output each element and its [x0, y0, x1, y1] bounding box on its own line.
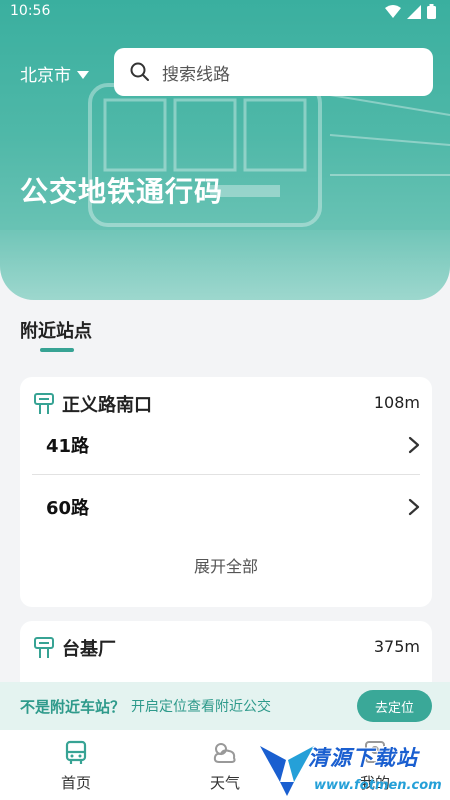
nav-item-home[interactable]: 首页: [31, 740, 121, 793]
search-input[interactable]: 搜索线路: [114, 48, 433, 96]
nav-item-weather[interactable]: 天气: [180, 740, 270, 793]
chevron-right-icon: [408, 436, 420, 454]
caret-down-icon: [77, 70, 89, 79]
section-title: 附近站点: [20, 321, 92, 342]
search-placeholder: 搜索线路: [162, 64, 230, 85]
status-bar: 10:56: [0, 0, 450, 24]
hero-title: 公交地铁通行码: [20, 175, 224, 208]
stop-name: 正义路南口: [62, 395, 152, 416]
section-underline: [40, 348, 74, 352]
bus-icon: [65, 740, 87, 764]
stop-card: 正义路南口 108m 41路 60路 展开全部: [20, 377, 432, 607]
route-name: 60路: [46, 498, 90, 519]
weather-icon: [213, 743, 236, 763]
banner-question: 不是附近车站？: [20, 697, 126, 716]
chevron-right-icon: [408, 498, 420, 516]
stop-header[interactable]: 台基厂: [34, 635, 116, 661]
nav-label: 天气: [209, 774, 240, 792]
divider: [32, 474, 420, 475]
city-label: 北京市: [20, 66, 71, 86]
route-row[interactable]: 41路: [46, 425, 420, 465]
watermark: 清源下载站 www.fotmen.com: [258, 738, 448, 800]
banner-hint: 开启定位查看附近公交: [131, 699, 272, 715]
expand-all-button[interactable]: 展开全部: [20, 553, 432, 577]
wifi-icon: [385, 4, 401, 18]
battery-icon: [427, 4, 436, 19]
stop-distance: 375m: [373, 637, 420, 656]
route-name: 41路: [46, 436, 90, 457]
bus-stop-icon: [34, 637, 54, 658]
road-decoration: [0, 230, 450, 300]
city-selector[interactable]: 北京市: [20, 61, 89, 86]
location-banner: 不是附近车站？ 开启定位查看附近公交 去定位: [0, 682, 450, 730]
stop-distance: 108m: [373, 393, 420, 412]
watermark-url: www.fotmen.com: [314, 778, 442, 793]
status-icons: [385, 4, 436, 19]
stop-header[interactable]: 正义路南口: [34, 391, 152, 417]
nav-label: 首页: [60, 774, 91, 792]
status-time: 10:56: [10, 3, 51, 19]
search-icon: [130, 62, 149, 81]
stop-name: 台基厂: [62, 639, 116, 660]
watermark-text: 清源下载站: [308, 746, 418, 770]
signal-icon: [407, 4, 421, 19]
bus-stop-icon: [34, 393, 54, 414]
locate-button[interactable]: 去定位: [357, 690, 432, 722]
header-banner: [0, 0, 450, 300]
route-row[interactable]: 60路: [46, 487, 420, 527]
bus-illustration: [88, 83, 450, 227]
